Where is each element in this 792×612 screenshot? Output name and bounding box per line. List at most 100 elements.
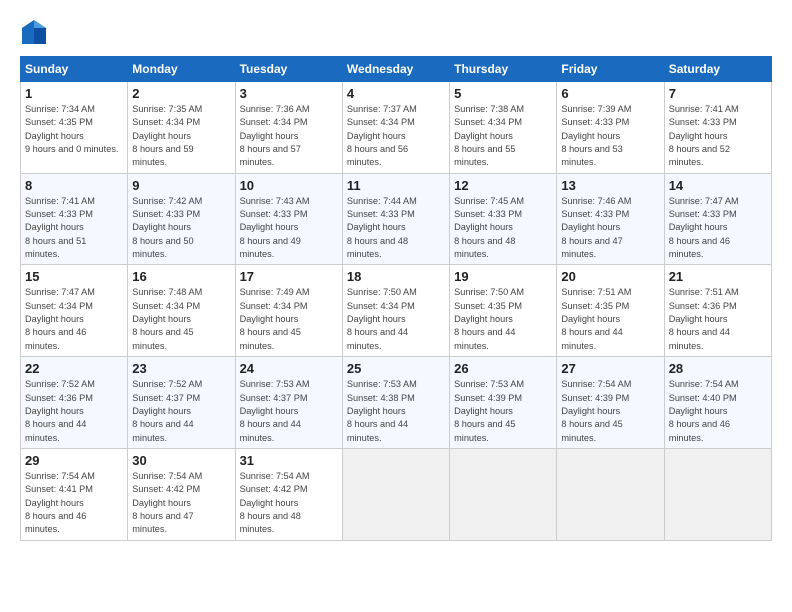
day-cell: 30 Sunrise: 7:54 AMSunset: 4:42 PMDaylig… — [128, 448, 235, 540]
day-detail: Sunrise: 7:54 AMSunset: 4:41 PMDaylight … — [25, 471, 95, 534]
week-row-1: 1 Sunrise: 7:34 AMSunset: 4:35 PMDayligh… — [21, 82, 772, 174]
day-detail: Sunrise: 7:52 AMSunset: 4:37 PMDaylight … — [132, 379, 202, 442]
day-number: 16 — [132, 269, 230, 284]
header-cell-monday: Monday — [128, 57, 235, 82]
day-number: 25 — [347, 361, 445, 376]
day-number: 20 — [561, 269, 659, 284]
day-number: 24 — [240, 361, 338, 376]
header-cell-saturday: Saturday — [664, 57, 771, 82]
day-detail: Sunrise: 7:46 AMSunset: 4:33 PMDaylight … — [561, 196, 631, 259]
logo — [20, 18, 52, 46]
logo-icon — [20, 18, 48, 46]
day-detail: Sunrise: 7:41 AMSunset: 4:33 PMDaylight … — [669, 104, 739, 167]
day-number: 4 — [347, 86, 445, 101]
day-number: 15 — [25, 269, 123, 284]
day-number: 3 — [240, 86, 338, 101]
day-cell: 8 Sunrise: 7:41 AMSunset: 4:33 PMDayligh… — [21, 173, 128, 265]
week-row-5: 29 Sunrise: 7:54 AMSunset: 4:41 PMDaylig… — [21, 448, 772, 540]
header-cell-wednesday: Wednesday — [342, 57, 449, 82]
day-cell: 20 Sunrise: 7:51 AMSunset: 4:35 PMDaylig… — [557, 265, 664, 357]
day-cell: 19 Sunrise: 7:50 AMSunset: 4:35 PMDaylig… — [450, 265, 557, 357]
day-number: 6 — [561, 86, 659, 101]
day-number: 9 — [132, 178, 230, 193]
day-cell: 1 Sunrise: 7:34 AMSunset: 4:35 PMDayligh… — [21, 82, 128, 174]
day-detail: Sunrise: 7:37 AMSunset: 4:34 PMDaylight … — [347, 104, 417, 167]
calendar-table: SundayMondayTuesdayWednesdayThursdayFrid… — [20, 56, 772, 541]
day-number: 30 — [132, 453, 230, 468]
day-cell: 13 Sunrise: 7:46 AMSunset: 4:33 PMDaylig… — [557, 173, 664, 265]
day-number: 10 — [240, 178, 338, 193]
day-cell: 11 Sunrise: 7:44 AMSunset: 4:33 PMDaylig… — [342, 173, 449, 265]
day-cell: 9 Sunrise: 7:42 AMSunset: 4:33 PMDayligh… — [128, 173, 235, 265]
day-detail: Sunrise: 7:44 AMSunset: 4:33 PMDaylight … — [347, 196, 417, 259]
day-cell: 15 Sunrise: 7:47 AMSunset: 4:34 PMDaylig… — [21, 265, 128, 357]
day-number: 17 — [240, 269, 338, 284]
day-cell — [557, 448, 664, 540]
day-number: 11 — [347, 178, 445, 193]
day-number: 31 — [240, 453, 338, 468]
day-cell: 4 Sunrise: 7:37 AMSunset: 4:34 PMDayligh… — [342, 82, 449, 174]
day-cell: 10 Sunrise: 7:43 AMSunset: 4:33 PMDaylig… — [235, 173, 342, 265]
day-detail: Sunrise: 7:54 AMSunset: 4:40 PMDaylight … — [669, 379, 739, 442]
day-cell: 16 Sunrise: 7:48 AMSunset: 4:34 PMDaylig… — [128, 265, 235, 357]
day-number: 27 — [561, 361, 659, 376]
day-detail: Sunrise: 7:50 AMSunset: 4:35 PMDaylight … — [454, 287, 524, 350]
day-number: 7 — [669, 86, 767, 101]
day-number: 2 — [132, 86, 230, 101]
header-cell-sunday: Sunday — [21, 57, 128, 82]
day-detail: Sunrise: 7:51 AMSunset: 4:35 PMDaylight … — [561, 287, 631, 350]
day-number: 19 — [454, 269, 552, 284]
page: SundayMondayTuesdayWednesdayThursdayFrid… — [0, 0, 792, 553]
day-number: 12 — [454, 178, 552, 193]
day-cell: 3 Sunrise: 7:36 AMSunset: 4:34 PMDayligh… — [235, 82, 342, 174]
day-detail: Sunrise: 7:43 AMSunset: 4:33 PMDaylight … — [240, 196, 310, 259]
week-row-4: 22 Sunrise: 7:52 AMSunset: 4:36 PMDaylig… — [21, 357, 772, 449]
header-cell-thursday: Thursday — [450, 57, 557, 82]
day-cell: 31 Sunrise: 7:54 AMSunset: 4:42 PMDaylig… — [235, 448, 342, 540]
day-detail: Sunrise: 7:36 AMSunset: 4:34 PMDaylight … — [240, 104, 310, 167]
day-cell: 17 Sunrise: 7:49 AMSunset: 4:34 PMDaylig… — [235, 265, 342, 357]
day-detail: Sunrise: 7:54 AMSunset: 4:39 PMDaylight … — [561, 379, 631, 442]
day-cell: 21 Sunrise: 7:51 AMSunset: 4:36 PMDaylig… — [664, 265, 771, 357]
day-detail: Sunrise: 7:52 AMSunset: 4:36 PMDaylight … — [25, 379, 95, 442]
day-cell: 6 Sunrise: 7:39 AMSunset: 4:33 PMDayligh… — [557, 82, 664, 174]
day-number: 8 — [25, 178, 123, 193]
day-cell: 29 Sunrise: 7:54 AMSunset: 4:41 PMDaylig… — [21, 448, 128, 540]
day-cell: 25 Sunrise: 7:53 AMSunset: 4:38 PMDaylig… — [342, 357, 449, 449]
day-number: 1 — [25, 86, 123, 101]
week-row-3: 15 Sunrise: 7:47 AMSunset: 4:34 PMDaylig… — [21, 265, 772, 357]
day-cell: 22 Sunrise: 7:52 AMSunset: 4:36 PMDaylig… — [21, 357, 128, 449]
day-detail: Sunrise: 7:39 AMSunset: 4:33 PMDaylight … — [561, 104, 631, 167]
day-number: 29 — [25, 453, 123, 468]
header — [20, 18, 772, 46]
day-detail: Sunrise: 7:53 AMSunset: 4:37 PMDaylight … — [240, 379, 310, 442]
day-cell: 26 Sunrise: 7:53 AMSunset: 4:39 PMDaylig… — [450, 357, 557, 449]
header-row: SundayMondayTuesdayWednesdayThursdayFrid… — [21, 57, 772, 82]
day-number: 22 — [25, 361, 123, 376]
day-number: 26 — [454, 361, 552, 376]
day-detail: Sunrise: 7:47 AMSunset: 4:34 PMDaylight … — [25, 287, 95, 350]
day-cell: 18 Sunrise: 7:50 AMSunset: 4:34 PMDaylig… — [342, 265, 449, 357]
day-cell — [664, 448, 771, 540]
day-detail: Sunrise: 7:47 AMSunset: 4:33 PMDaylight … — [669, 196, 739, 259]
day-detail: Sunrise: 7:48 AMSunset: 4:34 PMDaylight … — [132, 287, 202, 350]
day-detail: Sunrise: 7:50 AMSunset: 4:34 PMDaylight … — [347, 287, 417, 350]
day-detail: Sunrise: 7:34 AMSunset: 4:35 PMDaylight … — [25, 104, 118, 154]
day-detail: Sunrise: 7:45 AMSunset: 4:33 PMDaylight … — [454, 196, 524, 259]
day-detail: Sunrise: 7:53 AMSunset: 4:39 PMDaylight … — [454, 379, 524, 442]
day-number: 5 — [454, 86, 552, 101]
header-cell-friday: Friday — [557, 57, 664, 82]
day-cell: 23 Sunrise: 7:52 AMSunset: 4:37 PMDaylig… — [128, 357, 235, 449]
day-cell: 24 Sunrise: 7:53 AMSunset: 4:37 PMDaylig… — [235, 357, 342, 449]
day-cell — [450, 448, 557, 540]
day-detail: Sunrise: 7:54 AMSunset: 4:42 PMDaylight … — [240, 471, 310, 534]
day-number: 13 — [561, 178, 659, 193]
week-row-2: 8 Sunrise: 7:41 AMSunset: 4:33 PMDayligh… — [21, 173, 772, 265]
day-number: 18 — [347, 269, 445, 284]
day-detail: Sunrise: 7:38 AMSunset: 4:34 PMDaylight … — [454, 104, 524, 167]
day-detail: Sunrise: 7:54 AMSunset: 4:42 PMDaylight … — [132, 471, 202, 534]
day-cell: 27 Sunrise: 7:54 AMSunset: 4:39 PMDaylig… — [557, 357, 664, 449]
header-cell-tuesday: Tuesday — [235, 57, 342, 82]
day-cell: 28 Sunrise: 7:54 AMSunset: 4:40 PMDaylig… — [664, 357, 771, 449]
day-number: 21 — [669, 269, 767, 284]
